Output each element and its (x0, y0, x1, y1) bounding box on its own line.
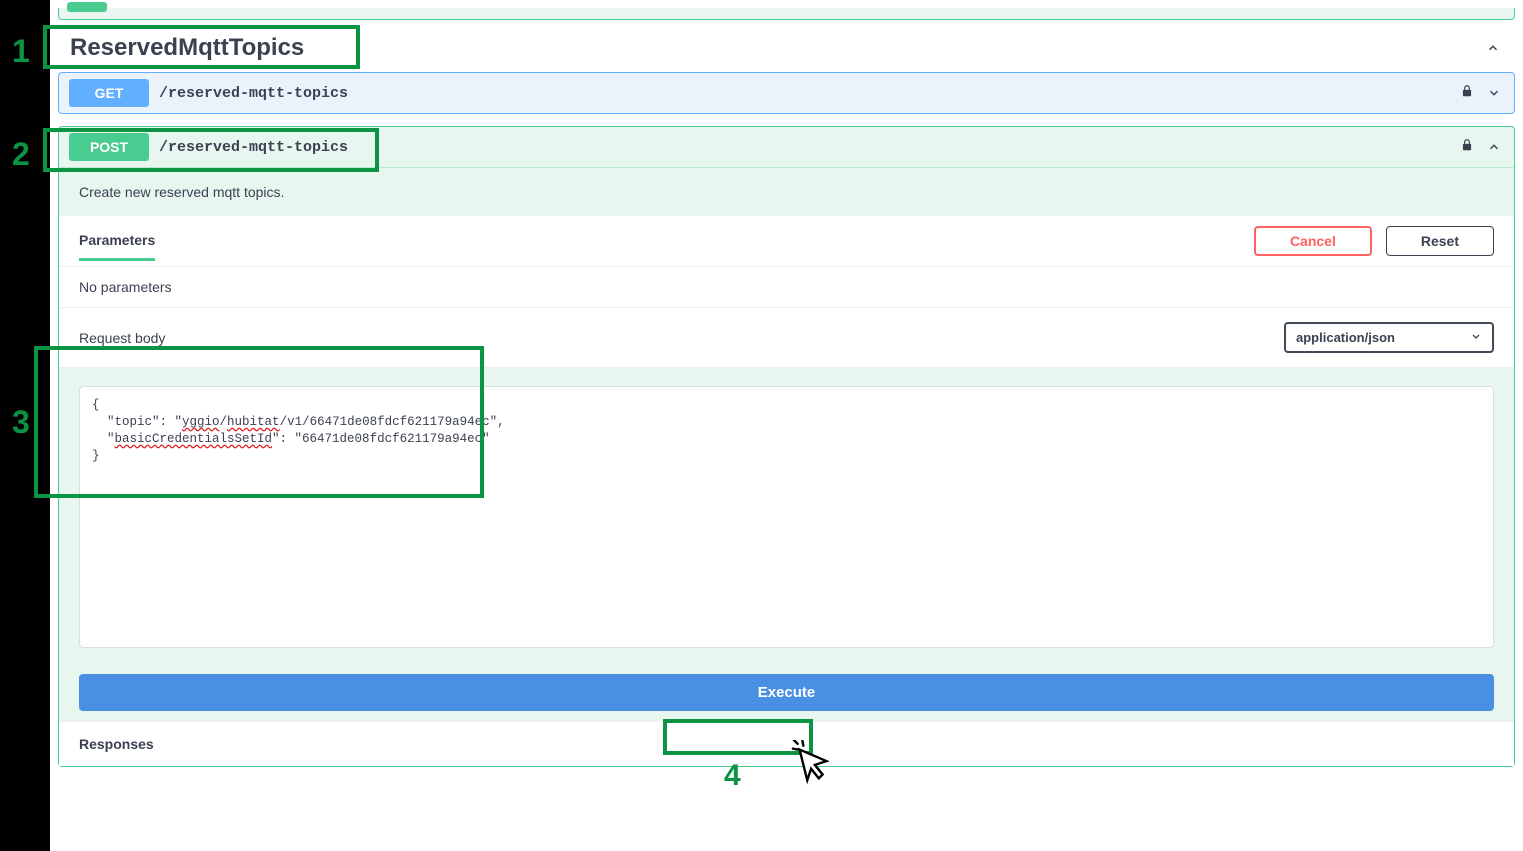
operation-post-header[interactable]: POST /reserved-mqtt-topics (59, 127, 1514, 168)
method-badge-get: GET (69, 79, 149, 107)
section-title: ReservedMqttTopics (70, 34, 304, 62)
content-type-value: application/json (1296, 330, 1395, 345)
operation-post: POST /reserved-mqtt-topics Create new re… (58, 126, 1515, 767)
previous-section-sliver (58, 8, 1515, 20)
chevron-up-icon (1483, 38, 1503, 58)
section-header[interactable]: ReservedMqttTopics (58, 28, 1515, 72)
no-parameters-text: No parameters (59, 266, 1514, 307)
annotation-sidebar: 1 2 3 (0, 0, 50, 851)
request-body-editor-wrap: { "topic": "yggio/hubitat/v1/66471de08fd… (59, 368, 1514, 652)
lock-icon[interactable] (1460, 83, 1474, 104)
content-type-select[interactable]: application/json (1284, 322, 1494, 353)
request-body-bar: Request body application/json (59, 307, 1514, 368)
annotation-number-1: 1 (12, 33, 30, 70)
operation-get-row[interactable]: GET /reserved-mqtt-topics (58, 72, 1515, 114)
cancel-button[interactable]: Cancel (1254, 226, 1372, 256)
cursor-click-icon (790, 740, 836, 786)
operation-description: Create new reserved mqtt topics. (59, 168, 1514, 216)
chevron-down-icon (1484, 83, 1504, 103)
annotation-number-2: 2 (12, 136, 30, 173)
request-body-label: Request body (79, 330, 165, 346)
operation-get-path: /reserved-mqtt-topics (159, 85, 1460, 102)
method-badge-post: POST (69, 133, 149, 161)
request-body-editor[interactable]: { "topic": "yggio/hubitat/v1/66471de08fd… (79, 386, 1494, 648)
responses-label: Responses (59, 721, 1514, 766)
parameters-label: Parameters (79, 232, 155, 261)
annotation-number-3: 3 (12, 404, 30, 441)
execute-button[interactable]: Execute (79, 674, 1494, 711)
reset-button[interactable]: Reset (1386, 226, 1494, 256)
chevron-down-icon (1470, 330, 1482, 345)
parameters-bar: Parameters Cancel Reset (59, 216, 1514, 266)
chevron-up-icon (1484, 137, 1504, 157)
lock-icon[interactable] (1460, 137, 1474, 158)
annotation-number-4: 4 (724, 759, 741, 793)
operation-post-path: /reserved-mqtt-topics (159, 139, 348, 156)
